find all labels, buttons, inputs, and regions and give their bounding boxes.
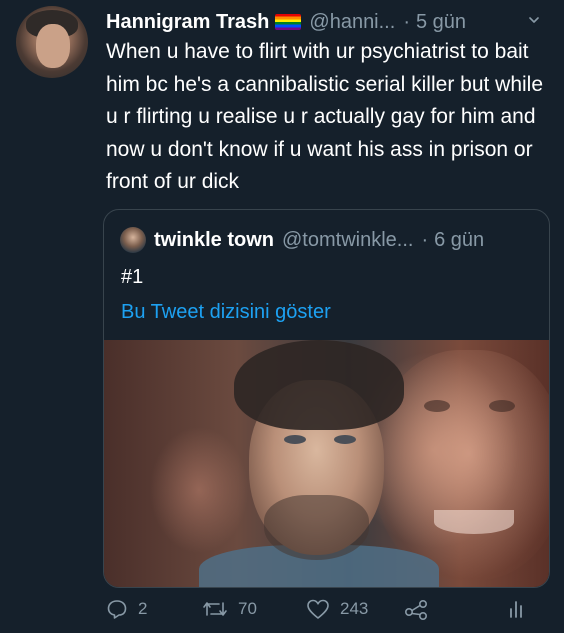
quoted-tweet-text: #1 — [121, 266, 144, 288]
show-thread-link[interactable]: Bu Tweet dizisini göster — [121, 301, 331, 324]
quoted-timestamp: 6 gün — [434, 228, 485, 251]
retweet-count: 70 — [238, 599, 257, 618]
retweet-icon — [203, 602, 227, 616]
image-man-beard — [264, 495, 369, 560]
image-overlay-smile — [434, 510, 514, 534]
image-overlay-eye — [489, 400, 515, 412]
quoted-header-separator: · — [421, 228, 429, 251]
analytics-icon — [510, 601, 522, 618]
quoted-tweet-image[interactable] — [104, 340, 549, 587]
tweet-actions: 2 70 243 — [106, 598, 526, 626]
author-name[interactable]: Hannigram Trash — [106, 11, 269, 34]
quoted-tweet[interactable]: twinkle town @tomtwinkle... · 6 gün #1 B… — [103, 209, 550, 588]
quoted-tweet-header: twinkle town @tomtwinkle... · 6 gün — [120, 226, 484, 254]
quoted-author-handle: @tomtwinkle... — [282, 228, 414, 251]
image-man-hair — [234, 340, 404, 430]
quoted-author-avatar — [120, 227, 146, 253]
reply-icon — [107, 600, 127, 619]
share-button[interactable] — [404, 598, 438, 620]
image-man-eye — [284, 435, 306, 444]
image-overlay-eye — [424, 400, 450, 412]
tweet-timestamp[interactable]: 5 gün — [416, 11, 466, 34]
share-icon — [404, 599, 428, 620]
like-button[interactable]: 243 — [306, 598, 368, 620]
reply-count: 2 — [138, 599, 148, 618]
image-man-eye — [334, 435, 356, 444]
author-avatar[interactable] — [16, 6, 88, 78]
tweet-header: Hannigram Trash @hanni... · 5 gün — [106, 7, 556, 37]
rainbow-flag-icon — [275, 14, 302, 30]
retweet-button[interactable]: 70 — [202, 598, 257, 620]
tweet[interactable]: Hannigram Trash @hanni... · 5 gün When u… — [0, 0, 564, 633]
chevron-down-icon[interactable] — [529, 15, 539, 25]
tweet-text: When u have to flirt with ur psychiatris… — [106, 40, 544, 193]
analytics-button[interactable] — [508, 598, 534, 620]
header-separator: · — [403, 10, 410, 33]
quoted-author-name: twinkle town — [154, 228, 274, 251]
reply-button[interactable]: 2 — [106, 598, 147, 620]
avatar-face — [36, 24, 70, 68]
author-handle[interactable]: @hanni... — [309, 11, 395, 34]
like-count: 243 — [340, 599, 369, 618]
heart-icon — [307, 599, 329, 619]
